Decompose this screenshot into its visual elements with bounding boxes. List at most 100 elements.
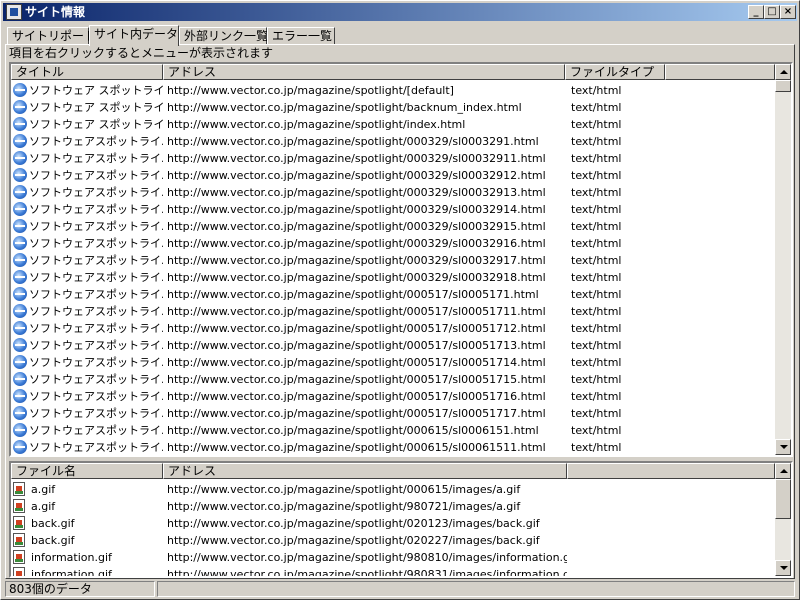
- image-file-icon: [13, 533, 25, 547]
- minimize-button[interactable]: _: [748, 5, 764, 19]
- column-header-filetype[interactable]: ファイルタイプ: [565, 64, 665, 80]
- web-page-icon: [13, 168, 27, 182]
- title-bar[interactable]: サイト情報 _ □ ×: [3, 3, 797, 21]
- scroll-up-button[interactable]: [775, 64, 791, 80]
- site-info-window: サイト情報 _ □ × サイトリポート サイト内データ 外部リンク一覧 エラー一…: [0, 0, 800, 600]
- cell-filetype: text/html: [571, 84, 622, 97]
- column-header-blank[interactable]: [567, 463, 775, 479]
- cell-filetype: text/html: [571, 135, 622, 148]
- cell-title: ソフトウェアスポットライ...: [29, 271, 163, 284]
- image-file-icon: [13, 482, 25, 496]
- column-header-title[interactable]: タイトル: [11, 64, 163, 80]
- site-data-list[interactable]: タイトル アドレス ファイルタイプ ソフトウェア スポットライ... http:/…: [9, 62, 793, 457]
- cell-address: http://www.vector.co.jp/magazine/spotlig…: [167, 135, 539, 148]
- web-page-icon: [13, 406, 27, 420]
- status-panel-2: [157, 581, 795, 597]
- maximize-button[interactable]: □: [764, 5, 780, 19]
- table-row[interactable]: ソフトウェアスポットライ... http://www.vector.co.jp/m…: [11, 201, 775, 218]
- cell-title: ソフトウェアスポットライ...: [29, 237, 163, 250]
- table-row[interactable]: information.gif http://www.vector.co.jp/m…: [11, 566, 775, 578]
- table-row[interactable]: ソフトウェアスポットライ... http://www.vector.co.jp/m…: [11, 439, 775, 455]
- cell-address: http://www.vector.co.jp/magazine/spotlig…: [167, 483, 521, 496]
- cell-title: ソフトウェアスポットライ...: [29, 339, 163, 352]
- column-header-blank[interactable]: [665, 64, 775, 80]
- table-row[interactable]: ソフトウェアスポットライ... http://www.vector.co.jp/m…: [11, 337, 775, 354]
- cell-filetype: text/html: [571, 152, 622, 165]
- table-row[interactable]: ソフトウェアスポットライ... http://www.vector.co.jp/m…: [11, 218, 775, 235]
- table-row[interactable]: ソフトウェアスポットライ... http://www.vector.co.jp/m…: [11, 405, 775, 422]
- cell-address: http://www.vector.co.jp/magazine/spotlig…: [167, 152, 546, 165]
- web-page-icon: [13, 423, 27, 437]
- cell-address: http://www.vector.co.jp/magazine/spotlig…: [167, 356, 546, 369]
- table-row[interactable]: ソフトウェアスポットライ... http://www.vector.co.jp/m…: [11, 354, 775, 371]
- cell-title: ソフトウェアスポットライ...: [29, 220, 163, 233]
- cell-filetype: text/html: [571, 118, 622, 131]
- table-row[interactable]: back.gif http://www.vector.co.jp/magazine…: [11, 532, 775, 549]
- cell-title: ソフトウェアスポットライ...: [29, 203, 163, 216]
- cell-title: ソフトウェアスポットライ...: [29, 373, 163, 386]
- cell-filetype: text/html: [571, 101, 622, 114]
- scroll-up-button[interactable]: [775, 463, 791, 479]
- table-row[interactable]: information.gif http://www.vector.co.jp/m…: [11, 549, 775, 566]
- table-row[interactable]: ソフトウェアスポットライ... http://www.vector.co.jp/m…: [11, 167, 775, 184]
- cell-address: http://www.vector.co.jp/magazine/spotlig…: [167, 203, 546, 216]
- column-header-address[interactable]: アドレス: [163, 64, 565, 80]
- image-file-icon: [13, 499, 25, 513]
- cell-title: ソフトウェアスポットライ...: [29, 441, 163, 454]
- cell-filetype: text/html: [571, 186, 622, 199]
- image-file-icon: [13, 567, 25, 576]
- cell-filetype: text/html: [571, 424, 622, 437]
- table-row[interactable]: ソフトウェアスポットライ... http://www.vector.co.jp/m…: [11, 184, 775, 201]
- cell-filetype: text/html: [571, 407, 622, 420]
- scroll-down-button[interactable]: [775, 560, 791, 576]
- tab-external-links[interactable]: 外部リンク一覧: [179, 27, 268, 44]
- cell-address: http://www.vector.co.jp/magazine/spotlig…: [167, 288, 539, 301]
- cell-filename: a.gif: [31, 483, 56, 496]
- table-row[interactable]: ソフトウェア スポットライ... http://www.vector.co.jp/…: [11, 82, 775, 99]
- column-header-filename[interactable]: ファイル名: [11, 463, 163, 479]
- tab-site-data[interactable]: サイト内データ: [89, 25, 179, 46]
- tab-error-list[interactable]: エラー一覧: [267, 27, 335, 44]
- web-page-icon: [13, 117, 27, 131]
- cell-filetype: text/html: [571, 169, 622, 182]
- table-row[interactable]: ソフトウェア スポットライ... http://www.vector.co.jp/…: [11, 116, 775, 133]
- cell-address: http://www.vector.co.jp/magazine/spotlig…: [167, 322, 546, 335]
- table-row[interactable]: ソフトウェアスポットライ... http://www.vector.co.jp/m…: [11, 133, 775, 150]
- cell-address: http://www.vector.co.jp/magazine/spotlig…: [167, 237, 546, 250]
- tab-site-report[interactable]: サイトリポート: [7, 27, 96, 44]
- bottom-list-scrollbar[interactable]: [775, 463, 791, 576]
- cell-address: http://www.vector.co.jp/magazine/spotlig…: [167, 305, 546, 318]
- cell-address: http://www.vector.co.jp/magazine/spotlig…: [167, 534, 540, 547]
- column-header-address[interactable]: アドレス: [163, 463, 567, 479]
- table-row[interactable]: a.gif http://www.vector.co.jp/magazine/sp…: [11, 498, 775, 515]
- web-page-icon: [13, 304, 27, 318]
- table-row[interactable]: ソフトウェアスポットライ... http://www.vector.co.jp/m…: [11, 150, 775, 167]
- scroll-down-button[interactable]: [775, 439, 791, 455]
- scroll-thumb[interactable]: [775, 479, 791, 519]
- table-row[interactable]: ソフトウェアスポットライ... http://www.vector.co.jp/m…: [11, 371, 775, 388]
- web-page-icon: [13, 219, 27, 233]
- hint-text: 項目を右クリックするとメニューが表示されます: [9, 46, 274, 60]
- table-row[interactable]: ソフトウェアスポットライ... http://www.vector.co.jp/m…: [11, 235, 775, 252]
- table-row[interactable]: back.gif http://www.vector.co.jp/magazine…: [11, 515, 775, 532]
- table-row[interactable]: ソフトウェアスポットライ... http://www.vector.co.jp/m…: [11, 320, 775, 337]
- cell-title: ソフトウェアスポットライ...: [29, 186, 163, 199]
- top-list-scrollbar[interactable]: [775, 64, 791, 455]
- table-row[interactable]: ソフトウェアスポットライ... http://www.vector.co.jp/m…: [11, 269, 775, 286]
- list-header: タイトル アドレス ファイルタイプ: [11, 64, 775, 80]
- table-row[interactable]: a.gif http://www.vector.co.jp/magazine/sp…: [11, 481, 775, 498]
- cell-title: ソフトウェアスポットライ...: [29, 169, 163, 182]
- scroll-thumb[interactable]: [775, 80, 791, 92]
- table-row[interactable]: ソフトウェアスポットライ... http://www.vector.co.jp/m…: [11, 252, 775, 269]
- cell-address: http://www.vector.co.jp/magazine/spotlig…: [167, 568, 567, 578]
- table-row[interactable]: ソフトウェアスポットライ... http://www.vector.co.jp/m…: [11, 422, 775, 439]
- table-row[interactable]: ソフトウェアスポットライ... http://www.vector.co.jp/m…: [11, 286, 775, 303]
- cell-title: ソフトウェアスポットライ...: [29, 135, 163, 148]
- web-page-icon: [13, 321, 27, 335]
- table-row[interactable]: ソフトウェアスポットライ... http://www.vector.co.jp/m…: [11, 388, 775, 405]
- table-row[interactable]: ソフトウェアスポットライ... http://www.vector.co.jp/m…: [11, 303, 775, 320]
- close-button[interactable]: ×: [780, 5, 796, 19]
- app-icon[interactable]: [6, 4, 22, 20]
- table-row[interactable]: ソフトウェア スポットライ... http://www.vector.co.jp/…: [11, 99, 775, 116]
- image-file-list[interactable]: ファイル名 アドレス a.gif http://www.vector.co.jp/…: [9, 461, 793, 578]
